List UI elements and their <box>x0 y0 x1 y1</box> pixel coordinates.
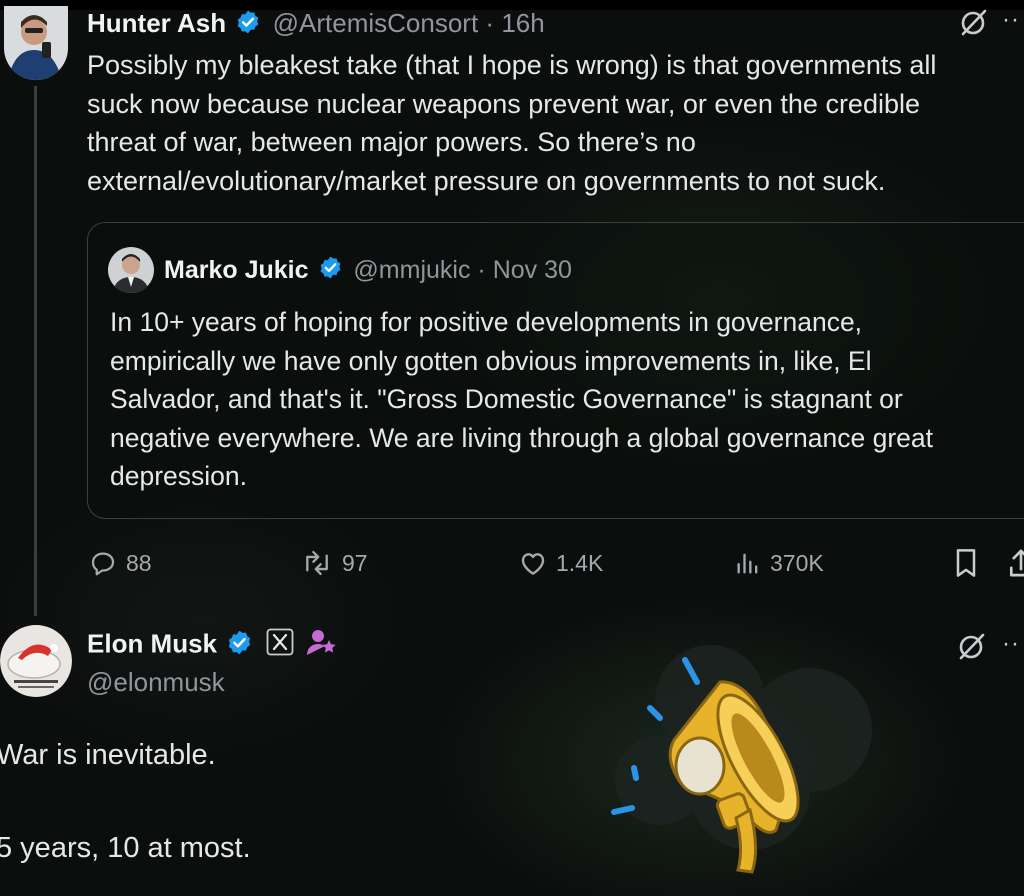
thread-connector-line <box>34 86 37 616</box>
quoted-tweet-card[interactable]: Marko Jukic @mmjukic · Nov 30 In 10+ yea… <box>87 222 1024 519</box>
tweet-body: Possibly my bleakest take (that I hope i… <box>87 46 936 200</box>
reply-text-line: 5 years, 10 at most. <box>0 832 251 864</box>
repost-icon <box>306 550 328 576</box>
quote-date[interactable]: Nov 30 <box>493 256 572 284</box>
reply-text-line: War is inevitable. <box>0 739 216 771</box>
quote-body: In 10+ years of hoping for positive deve… <box>110 303 933 496</box>
separator-dot: · <box>485 8 495 38</box>
repost-count: 97 <box>342 549 368 576</box>
reply-header: Elon Musk <box>87 627 338 664</box>
views-count: 370K <box>770 549 824 576</box>
author-name[interactable]: Hunter Ash <box>87 8 226 38</box>
bookmark-icon[interactable] <box>952 547 980 584</box>
quote-text-line: empirically we have only gotten obvious … <box>110 345 872 376</box>
verified-badge-icon <box>226 629 253 663</box>
tweet-text-line: threat of war, between major powers. So … <box>87 127 696 157</box>
quote-text-line: negative everywhere. We are living throu… <box>110 422 933 453</box>
verified-badge-icon <box>235 9 261 42</box>
quote-author-name[interactable]: Marko Jukic <box>164 256 309 284</box>
more-icon[interactable]: ·· <box>1002 630 1020 658</box>
quote-text-line: depression. <box>110 461 248 491</box>
repost-button[interactable]: 97 <box>300 545 368 581</box>
quote-header: Marko Jukic @mmjukic · Nov 30 <box>164 255 572 287</box>
like-count: 1.4K <box>556 549 604 576</box>
quote-author-handle[interactable]: @mmjukic <box>353 256 470 284</box>
reply-count: 88 <box>126 549 152 576</box>
x-logo-icon[interactable] <box>266 628 294 663</box>
grok-icon[interactable] <box>956 632 986 667</box>
views-icon <box>737 553 758 574</box>
person-star-icon[interactable] <box>306 627 338 664</box>
more-icon[interactable]: ·· <box>1002 6 1020 34</box>
screenshot-page: Hunter Ash @ArtemisConsort · 16h ·· Poss… <box>0 0 1024 896</box>
like-button[interactable]: 1.4K <box>518 545 603 581</box>
reply-icon <box>91 552 115 576</box>
quote-text-line: In 10+ years of hoping for positive deve… <box>110 307 863 337</box>
elon-musk-avatar[interactable] <box>0 622 72 700</box>
marko-jukic-avatar[interactable] <box>108 247 154 293</box>
share-icon[interactable] <box>1006 546 1024 585</box>
quote-text-line: Salvador, and that's it. "Gross Domestic… <box>110 384 903 414</box>
tweet-time[interactable]: 16h <box>501 8 544 38</box>
reply-author-name[interactable]: Elon Musk <box>87 628 217 658</box>
views-button[interactable]: 370K <box>734 545 824 581</box>
author-handle[interactable]: @ArtemisConsort <box>273 8 479 38</box>
tweet-text-line: suck now because nuclear weapons prevent… <box>87 88 920 119</box>
tweet-text-line: external/evolutionary/market pressure on… <box>87 165 886 196</box>
tweet-text-line: Possibly my bleakest take (that I hope i… <box>87 50 937 80</box>
hunter-ash-avatar[interactable] <box>4 6 68 80</box>
tweet-header: Hunter Ash @ArtemisConsort · 16h <box>87 7 545 42</box>
reply-author-handle[interactable]: @elonmusk <box>87 666 225 698</box>
like-icon <box>521 553 545 575</box>
verified-badge-icon <box>318 255 343 287</box>
separator-dot: · <box>477 256 486 284</box>
grok-icon[interactable] <box>958 8 988 43</box>
megaphone-icon <box>600 640 900 885</box>
reply-button[interactable]: 88 <box>88 545 152 581</box>
